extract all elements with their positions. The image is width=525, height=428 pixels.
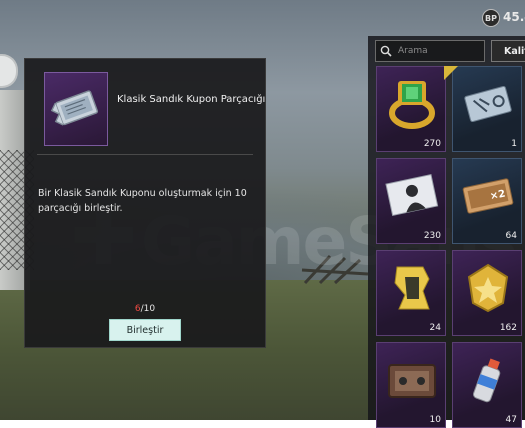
item-quantity: 270 xyxy=(423,139,441,149)
coupon-card-icon xyxy=(464,85,512,123)
inventory-panel: Kalit 270 1 xyxy=(368,36,525,428)
double-coupon-icon: ×2 xyxy=(462,178,514,214)
inventory-item[interactable]: 10 xyxy=(376,342,446,428)
inventory-grid: 270 1 230 ×2 64 24 162 10 47 xyxy=(376,66,525,428)
filter-button[interactable]: Kalit xyxy=(491,40,525,62)
merge-button[interactable]: Birleştir xyxy=(109,319,181,341)
item-title: Klasik Sandık Kupon Parçacığı xyxy=(117,94,266,105)
search-input[interactable] xyxy=(396,45,484,57)
emerald-ring-icon xyxy=(389,81,435,129)
engine-crate-icon xyxy=(388,364,436,398)
inventory-item[interactable]: 230 xyxy=(376,158,446,244)
bp-currency-value: 45.43 xyxy=(503,10,525,24)
item-quantity: 47 xyxy=(505,415,517,425)
item-detail-panel: Klasik Sandık Kupon Parçacığı Bir Klasik… xyxy=(24,58,266,348)
coupon-fragment-icon xyxy=(394,266,430,310)
background-debris xyxy=(301,254,369,285)
inventory-item[interactable]: 47 xyxy=(452,342,522,428)
gold-badge-icon xyxy=(467,263,509,313)
fragment-progress: 6/10 xyxy=(25,304,265,314)
bp-currency-icon: BP xyxy=(482,9,500,27)
item-quantity: 162 xyxy=(499,323,517,333)
inventory-item[interactable]: 1 xyxy=(452,66,522,152)
character-ticket-icon xyxy=(385,173,439,217)
inventory-item[interactable]: 162 xyxy=(452,250,522,336)
item-quantity: 24 xyxy=(429,323,441,333)
spray-can-icon xyxy=(472,358,501,403)
inventory-item[interactable]: 270 xyxy=(376,66,446,152)
item-quantity: 64 xyxy=(505,231,517,241)
new-item-tag xyxy=(444,66,458,80)
search-icon xyxy=(380,45,392,57)
detail-divider xyxy=(37,154,253,155)
inventory-item[interactable]: ×2 64 xyxy=(452,158,522,244)
item-description: Bir Klasik Sandık Kuponu oluşturmak için… xyxy=(38,188,247,214)
fragment-progress-total: /10 xyxy=(140,304,156,314)
item-quantity: 1 xyxy=(511,139,517,149)
inventory-item[interactable]: 24 xyxy=(376,250,446,336)
item-quantity: 230 xyxy=(423,231,441,241)
item-quantity: 10 xyxy=(429,415,441,425)
search-box[interactable] xyxy=(375,40,485,62)
coupon-fragment-large-icon xyxy=(50,90,99,126)
item-icon-frame xyxy=(44,72,108,146)
